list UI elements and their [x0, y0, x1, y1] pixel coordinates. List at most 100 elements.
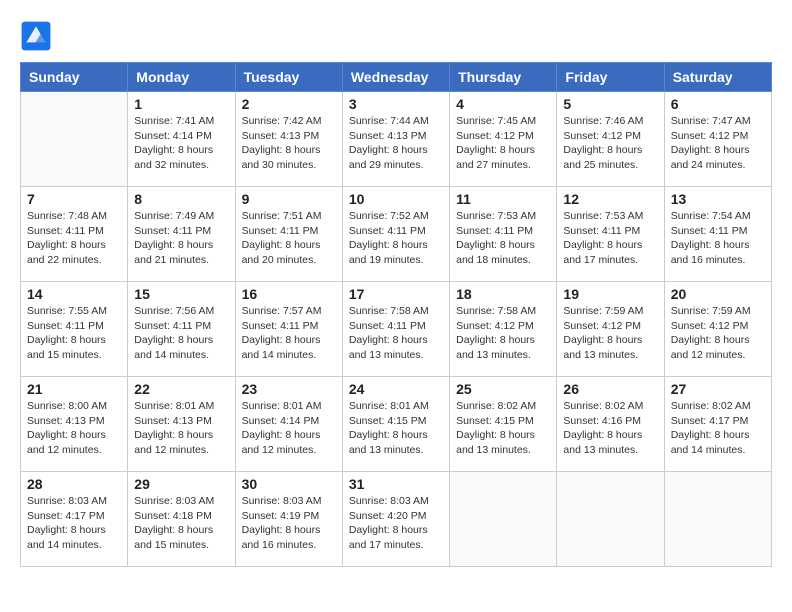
calendar-cell: 12Sunrise: 7:53 AM Sunset: 4:11 PM Dayli…: [557, 187, 664, 282]
day-number: 21: [27, 381, 121, 397]
day-number: 5: [563, 96, 657, 112]
logo-icon: [20, 20, 52, 52]
day-info: Sunrise: 7:41 AM Sunset: 4:14 PM Dayligh…: [134, 114, 228, 173]
day-number: 24: [349, 381, 443, 397]
day-number: 15: [134, 286, 228, 302]
day-info: Sunrise: 8:03 AM Sunset: 4:18 PM Dayligh…: [134, 494, 228, 553]
day-info: Sunrise: 7:59 AM Sunset: 4:12 PM Dayligh…: [563, 304, 657, 363]
calendar-cell: 13 Sunrise: 7:54 AM Sunset: 4:11 PM Dayli…: [664, 187, 771, 282]
day-number: 18: [456, 286, 550, 302]
day-info: Sunrise: 7:49 AM Sunset: 4:11 PM Dayligh…: [134, 209, 228, 268]
day-info: Sunrise: 7:53 AM Sunset: 4:11 PM Dayligh…: [563, 209, 657, 268]
day-info: Sunrise: 7:47 AM Sunset: 4:12 PM Dayligh…: [671, 114, 765, 173]
day-info: Sunrise: 7:55 AM Sunset: 4:11 PM Dayligh…: [27, 304, 121, 363]
calendar-cell: 29 Sunrise: 8:03 AM Sunset: 4:18 PM Dayli…: [128, 472, 235, 567]
calendar-cell: 9 Sunrise: 7:51 AM Sunset: 4:11 PM Daylig…: [235, 187, 342, 282]
calendar-cell: 15 Sunrise: 7:56 AM Sunset: 4:11 PM Dayli…: [128, 282, 235, 377]
day-info: Sunrise: 7:48 AM Sunset: 4:11 PM Dayligh…: [27, 209, 121, 268]
calendar-week-5: 28 Sunrise: 8:03 AM Sunset: 4:17 PM Dayli…: [21, 472, 772, 567]
calendar-cell: 4 Sunrise: 7:45 AM Sunset: 4:12 PM Daylig…: [450, 92, 557, 187]
day-info: Sunrise: 7:57 AM Sunset: 4:11 PM Dayligh…: [242, 304, 336, 363]
col-header-wednesday: Wednesday: [342, 63, 449, 92]
day-number: 26: [563, 381, 657, 397]
day-info: Sunrise: 7:52 AM Sunset: 4:11 PM Dayligh…: [349, 209, 443, 268]
calendar-cell: 16 Sunrise: 7:57 AM Sunset: 4:11 PM Dayli…: [235, 282, 342, 377]
day-info: Sunrise: 8:03 AM Sunset: 4:19 PM Dayligh…: [242, 494, 336, 553]
col-header-saturday: Saturday: [664, 63, 771, 92]
day-number: 23: [242, 381, 336, 397]
calendar-cell: [21, 92, 128, 187]
calendar-cell: 6 Sunrise: 7:47 AM Sunset: 4:12 PM Daylig…: [664, 92, 771, 187]
calendar-cell: [450, 472, 557, 567]
calendar-cell: 30 Sunrise: 8:03 AM Sunset: 4:19 PM Dayli…: [235, 472, 342, 567]
day-info: Sunrise: 7:51 AM Sunset: 4:11 PM Dayligh…: [242, 209, 336, 268]
day-info: Sunrise: 8:02 AM Sunset: 4:15 PM Dayligh…: [456, 399, 550, 458]
calendar-cell: 1 Sunrise: 7:41 AM Sunset: 4:14 PM Daylig…: [128, 92, 235, 187]
day-info: Sunrise: 8:01 AM Sunset: 4:13 PM Dayligh…: [134, 399, 228, 458]
day-number: 14: [27, 286, 121, 302]
day-number: 27: [671, 381, 765, 397]
day-number: 16: [242, 286, 336, 302]
calendar-cell: 21 Sunrise: 8:00 AM Sunset: 4:13 PM Dayli…: [21, 377, 128, 472]
calendar-cell: 18 Sunrise: 7:58 AM Sunset: 4:12 PM Dayli…: [450, 282, 557, 377]
day-number: 19: [563, 286, 657, 302]
day-info: Sunrise: 7:59 AM Sunset: 4:12 PM Dayligh…: [671, 304, 765, 363]
day-info: Sunrise: 8:03 AM Sunset: 4:17 PM Dayligh…: [27, 494, 121, 553]
calendar-cell: 14 Sunrise: 7:55 AM Sunset: 4:11 PM Dayli…: [21, 282, 128, 377]
calendar-cell: 11 Sunrise: 7:53 AM Sunset: 4:11 PM Dayli…: [450, 187, 557, 282]
calendar-cell: 28 Sunrise: 8:03 AM Sunset: 4:17 PM Dayli…: [21, 472, 128, 567]
calendar-cell: 10 Sunrise: 7:52 AM Sunset: 4:11 PM Dayli…: [342, 187, 449, 282]
day-info: Sunrise: 7:58 AM Sunset: 4:12 PM Dayligh…: [456, 304, 550, 363]
day-info: Sunrise: 7:58 AM Sunset: 4:11 PM Dayligh…: [349, 304, 443, 363]
col-header-thursday: Thursday: [450, 63, 557, 92]
calendar-week-2: 7 Sunrise: 7:48 AM Sunset: 4:11 PM Daylig…: [21, 187, 772, 282]
calendar-cell: [664, 472, 771, 567]
day-number: 8: [134, 191, 228, 207]
day-info: Sunrise: 7:53 AM Sunset: 4:11 PM Dayligh…: [456, 209, 550, 268]
calendar-cell: 20Sunrise: 7:59 AM Sunset: 4:12 PM Dayli…: [664, 282, 771, 377]
calendar-cell: 23 Sunrise: 8:01 AM Sunset: 4:14 PM Dayli…: [235, 377, 342, 472]
day-info: Sunrise: 7:46 AM Sunset: 4:12 PM Dayligh…: [563, 114, 657, 173]
calendar-cell: 31 Sunrise: 8:03 AM Sunset: 4:20 PM Dayli…: [342, 472, 449, 567]
day-info: Sunrise: 7:44 AM Sunset: 4:13 PM Dayligh…: [349, 114, 443, 173]
day-info: Sunrise: 8:00 AM Sunset: 4:13 PM Dayligh…: [27, 399, 121, 458]
calendar-cell: 7 Sunrise: 7:48 AM Sunset: 4:11 PM Daylig…: [21, 187, 128, 282]
day-info: Sunrise: 8:01 AM Sunset: 4:14 PM Dayligh…: [242, 399, 336, 458]
day-number: 13: [671, 191, 765, 207]
calendar-cell: 24Sunrise: 8:01 AM Sunset: 4:15 PM Dayli…: [342, 377, 449, 472]
day-number: 3: [349, 96, 443, 112]
day-info: Sunrise: 7:45 AM Sunset: 4:12 PM Dayligh…: [456, 114, 550, 173]
day-number: 29: [134, 476, 228, 492]
day-info: Sunrise: 7:54 AM Sunset: 4:11 PM Dayligh…: [671, 209, 765, 268]
calendar-cell: 5 Sunrise: 7:46 AM Sunset: 4:12 PM Daylig…: [557, 92, 664, 187]
calendar-cell: 3 Sunrise: 7:44 AM Sunset: 4:13 PM Daylig…: [342, 92, 449, 187]
calendar-week-1: 1 Sunrise: 7:41 AM Sunset: 4:14 PM Daylig…: [21, 92, 772, 187]
day-number: 10: [349, 191, 443, 207]
col-header-sunday: Sunday: [21, 63, 128, 92]
day-number: 22: [134, 381, 228, 397]
calendar-cell: 27 Sunrise: 8:02 AM Sunset: 4:17 PM Dayli…: [664, 377, 771, 472]
logo: [20, 20, 56, 52]
day-number: 6: [671, 96, 765, 112]
day-number: 4: [456, 96, 550, 112]
day-number: 7: [27, 191, 121, 207]
day-number: 1: [134, 96, 228, 112]
day-info: Sunrise: 7:42 AM Sunset: 4:13 PM Dayligh…: [242, 114, 336, 173]
day-number: 28: [27, 476, 121, 492]
day-number: 11: [456, 191, 550, 207]
calendar-cell: 2 Sunrise: 7:42 AM Sunset: 4:13 PM Daylig…: [235, 92, 342, 187]
day-number: 30: [242, 476, 336, 492]
day-info: Sunrise: 7:56 AM Sunset: 4:11 PM Dayligh…: [134, 304, 228, 363]
calendar-cell: 22 Sunrise: 8:01 AM Sunset: 4:13 PM Dayli…: [128, 377, 235, 472]
calendar-cell: 19 Sunrise: 7:59 AM Sunset: 4:12 PM Dayli…: [557, 282, 664, 377]
col-header-monday: Monday: [128, 63, 235, 92]
day-number: 31: [349, 476, 443, 492]
day-info: Sunrise: 8:03 AM Sunset: 4:20 PM Dayligh…: [349, 494, 443, 553]
day-info: Sunrise: 8:02 AM Sunset: 4:17 PM Dayligh…: [671, 399, 765, 458]
col-header-friday: Friday: [557, 63, 664, 92]
day-number: 9: [242, 191, 336, 207]
day-number: 2: [242, 96, 336, 112]
calendar-week-3: 14 Sunrise: 7:55 AM Sunset: 4:11 PM Dayli…: [21, 282, 772, 377]
day-number: 25: [456, 381, 550, 397]
calendar-cell: 8 Sunrise: 7:49 AM Sunset: 4:11 PM Daylig…: [128, 187, 235, 282]
